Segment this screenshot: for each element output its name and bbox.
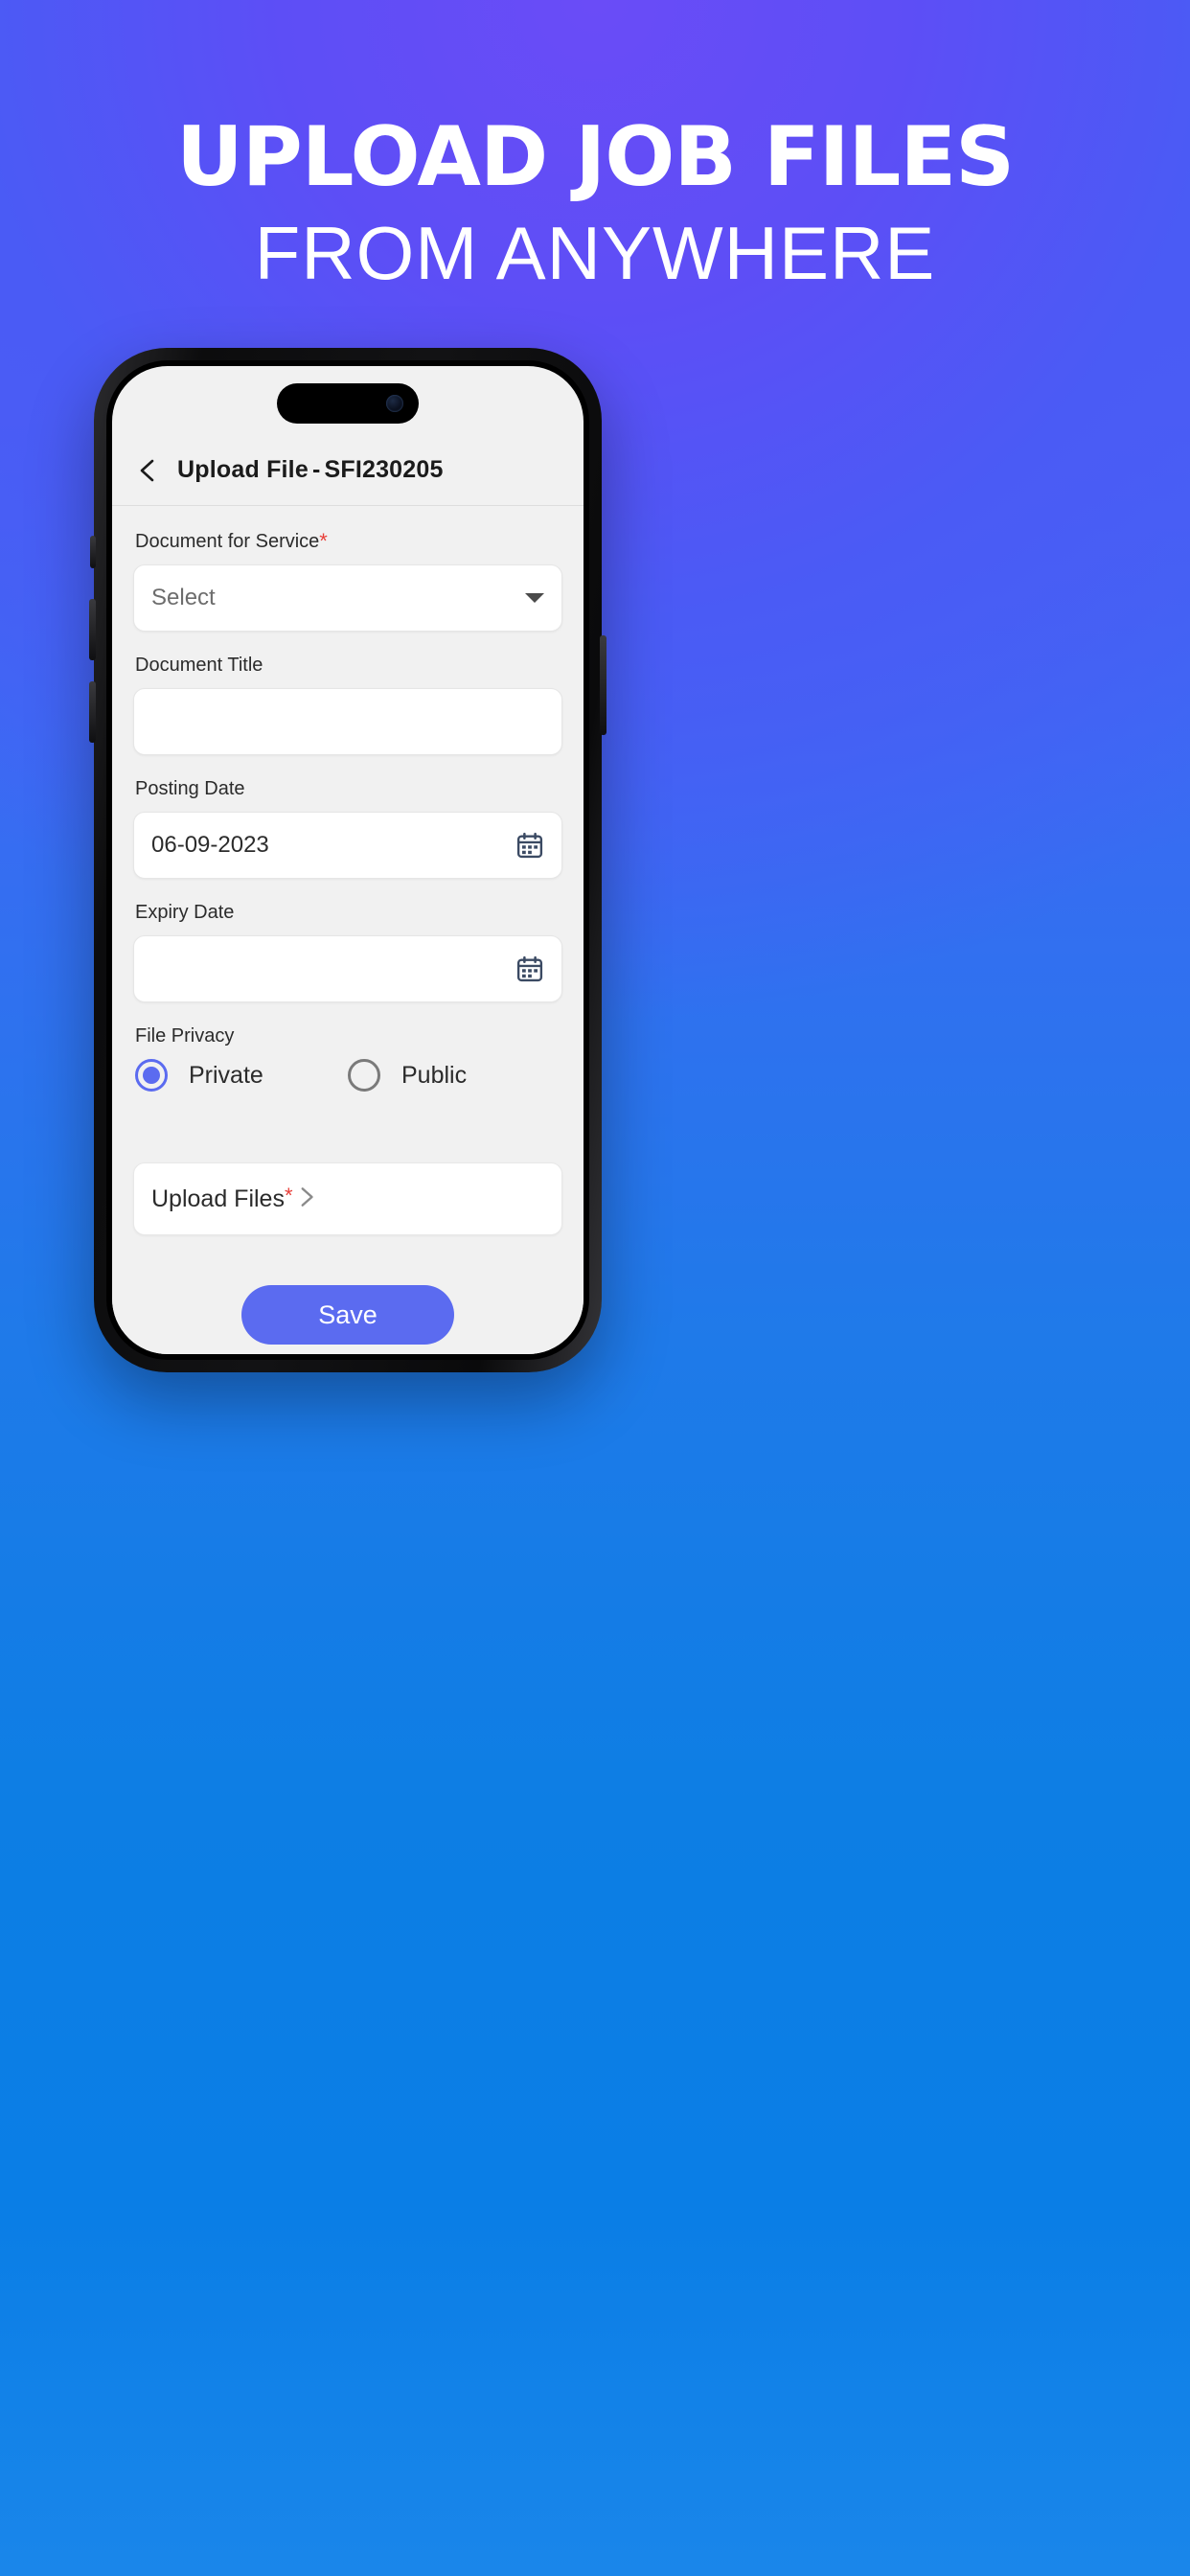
job-id: SFI230205: [324, 456, 444, 483]
phone-volume-up-button: [89, 599, 96, 660]
label-document-for-service: Document for Service*: [135, 531, 562, 553]
label-file-privacy: File Privacy: [135, 1025, 235, 1046]
input-expiry-date[interactable]: [133, 935, 562, 1002]
required-asterisk: *: [319, 529, 328, 553]
radio-public-label: Public: [401, 1061, 468, 1089]
radio-option-private[interactable]: Private: [135, 1059, 348, 1092]
promo-headline: UPLOAD JOB FILES FROM ANYWHERE: [0, 113, 1190, 299]
upload-files-label: Upload Files*: [151, 1183, 293, 1213]
phone-mockup: Upload File - SFI230205 Document for Servi…: [89, 348, 606, 1372]
dynamic-island: [277, 383, 419, 424]
posting-date-value: 06-09-2023: [151, 832, 269, 858]
app-header: Upload File - SFI230205: [112, 435, 584, 506]
field-document-for-service: Document for Service* Select: [133, 531, 562, 632]
select-document-for-service[interactable]: Select: [133, 564, 562, 632]
phone-silent-switch: [90, 536, 96, 568]
select-placeholder: Select: [151, 585, 216, 610]
radio-public-icon[interactable]: [348, 1059, 380, 1092]
radio-private-icon[interactable]: [135, 1059, 168, 1092]
headline-line-1: UPLOAD JOB FILES: [175, 109, 1015, 205]
promo-stage: UPLOAD JOB FILES FROM ANYWHERE Upload Fi…: [0, 0, 1190, 2576]
phone-power-button: [600, 635, 606, 735]
label-document-title: Document Title: [135, 655, 263, 676]
field-file-privacy: File Privacy Private Public: [133, 1025, 562, 1092]
label-posting-date: Posting Date: [135, 778, 245, 799]
phone-bezel: Upload File - SFI230205 Document for Servi…: [106, 360, 589, 1360]
field-expiry-date: Expiry Date: [133, 902, 562, 1002]
radio-option-public[interactable]: Public: [348, 1059, 467, 1092]
label-text: Document for Service: [135, 531, 320, 552]
radio-selected-dot: [143, 1067, 160, 1084]
chevron-down-icon[interactable]: [525, 593, 544, 603]
page-title-separator: -: [311, 456, 321, 483]
front-camera-icon: [386, 395, 403, 412]
radio-private-label: Private: [189, 1061, 263, 1089]
phone-volume-down-button: [89, 681, 96, 743]
calendar-icon[interactable]: [515, 954, 544, 983]
upload-files-text: Upload Files: [151, 1184, 285, 1212]
label-expiry-date: Expiry Date: [135, 902, 235, 923]
chevron-left-icon[interactable]: [131, 453, 166, 488]
upload-file-form: Document for Service* Select Document Ti…: [112, 506, 584, 1354]
save-button-wrap: Save: [133, 1285, 562, 1345]
required-asterisk: *: [284, 1183, 293, 1208]
calendar-icon[interactable]: [515, 831, 544, 860]
save-button[interactable]: Save: [241, 1285, 454, 1345]
page-title-text: Upload File: [177, 456, 309, 483]
page-title: Upload File - SFI230205: [177, 456, 444, 484]
headline-line-2: FROM ANYWHERE: [254, 211, 936, 295]
chevron-right-icon[interactable]: [293, 1184, 318, 1214]
phone-screen: Upload File - SFI230205 Document for Servi…: [112, 366, 584, 1354]
input-document-title[interactable]: [133, 688, 562, 755]
input-posting-date[interactable]: 06-09-2023: [133, 812, 562, 879]
file-privacy-radio-group: Private Public: [135, 1059, 562, 1092]
field-document-title: Document Title: [133, 655, 562, 755]
field-posting-date: Posting Date 06-09-2023: [133, 778, 562, 879]
upload-files-row[interactable]: Upload Files*: [133, 1162, 562, 1235]
